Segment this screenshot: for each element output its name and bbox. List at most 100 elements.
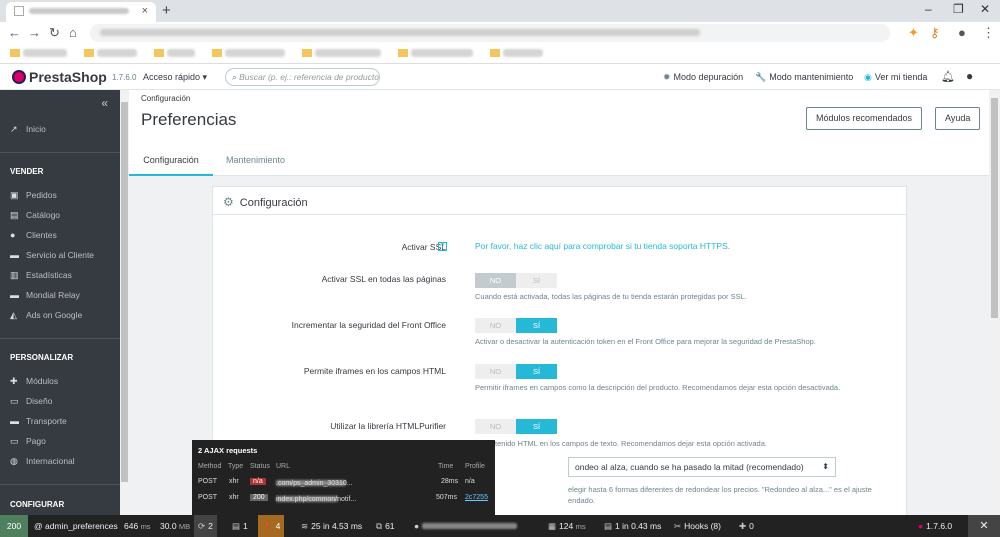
folder-icon (10, 49, 20, 57)
route-label[interactable]: @ admin_preferences (30, 515, 122, 537)
bookmark-redacted[interactable] (97, 49, 138, 57)
address-bar[interactable] (90, 24, 890, 42)
memory-usage[interactable]: 30.0 MB (156, 515, 194, 537)
sidebar-item-servicio[interactable]: ▬ Servicio al Cliente (10, 250, 94, 260)
bookmark-redacted[interactable] (315, 49, 382, 57)
render-time[interactable]: ▦ 124 ms (544, 515, 590, 537)
folder-icon (84, 49, 95, 57)
back-icon[interactable]: ← (8, 25, 21, 40)
user-account-icon[interactable]: ● (966, 69, 973, 83)
ajax-row[interactable]: POST xhr 200 index.php/common/notif... 5… (192, 492, 495, 505)
switch-si[interactable]: SÍ (516, 419, 557, 434)
sidebar-item-diseno[interactable]: ▭ Diseño (10, 396, 52, 406)
switch-si[interactable]: SÍ (516, 273, 557, 288)
col-time: Time (438, 463, 454, 470)
bookmark-redacted[interactable] (225, 49, 286, 57)
sidebar-item-catalogo[interactable]: ▤ Catálogo (10, 210, 60, 220)
sidebar-item-estadisticas[interactable]: ▥ Estadísticas (10, 270, 72, 280)
unit: ms (140, 522, 151, 531)
db-info[interactable]: ▤ 1 in 0.43 ms (600, 515, 665, 537)
scrollbar-thumb[interactable] (121, 102, 128, 482)
sidebar-item-pago[interactable]: ▭ Pago (10, 436, 46, 446)
load-time[interactable]: 646 ms (120, 515, 155, 537)
rounding-select[interactable]: ondeo al alza, cuando se ha pasado la mi… (568, 457, 836, 477)
home-icon[interactable]: ⌂ (69, 25, 77, 40)
window-minimize-button[interactable]: – (925, 2, 932, 16)
debugbar-close-button[interactable]: ✕ (968, 515, 1000, 537)
switch-si[interactable]: SÍ (516, 364, 557, 379)
objects-info[interactable]: ⧉ 61 (372, 515, 399, 537)
sidebar-item-clientes[interactable]: ● Clientes (10, 230, 57, 240)
scrollbar-thumb[interactable] (991, 98, 998, 318)
view-store-link[interactable]: ◉ Ver mi tienda (864, 72, 927, 83)
browser-menu-icon[interactable]: ⋮ (982, 25, 995, 41)
profile-icon[interactable]: ● (958, 25, 966, 40)
modules-info[interactable]: ✚ 0 (735, 515, 758, 537)
warnings-badge[interactable]: ❗ 4 (258, 515, 285, 537)
sidebar-item-pedidos[interactable]: ▣ Pedidos (10, 190, 57, 200)
folder-icon (302, 49, 313, 57)
reload-icon[interactable]: ↻ (49, 25, 60, 41)
tab-close-icon[interactable]: × (142, 5, 148, 17)
bookmark-redacted[interactable] (167, 49, 196, 57)
key-extension-icon[interactable]: ⚷ (930, 25, 940, 41)
search-input[interactable]: ⌕ Buscar (p. ej.: referencia de producto… (225, 68, 380, 86)
sidebar-item-internacional[interactable]: ◍ Internacional (10, 456, 75, 466)
ajax-row[interactable]: POST xhr n/a .com/ps_admin_30310... 28ms… (192, 476, 495, 489)
switch-no[interactable]: NO (475, 273, 516, 288)
help-question-icon[interactable]: ? (438, 242, 447, 251)
sidebar-item-ads-google[interactable]: ◭ Ads on Google (10, 310, 82, 320)
config-info[interactable]: ▤ 1 (228, 515, 252, 537)
sidebar-item-inicio[interactable]: ↗ Inicio (10, 124, 46, 134)
purifier-label: Utilizar la librería HTMLPurifier (330, 421, 446, 431)
debug-version: 1.7.6.0 (926, 521, 953, 531)
bookmark-redacted[interactable] (503, 49, 544, 57)
switch-no[interactable]: NO (475, 318, 516, 333)
window-maximize-button[interactable]: ❐ (953, 2, 964, 16)
window-close-button[interactable]: ✕ (980, 2, 990, 16)
page-toolbar: Configuración Preferencias Módulos recom… (129, 90, 989, 176)
sidebar-scrollbar[interactable] (120, 90, 129, 515)
sidebar-item-mondial-relay[interactable]: ▬ Mondial Relay (10, 290, 80, 300)
tab-mantenimiento[interactable]: Mantenimiento (226, 145, 285, 176)
iframes-switch[interactable]: NO SÍ (475, 364, 557, 379)
http-status-badge[interactable]: 200 (0, 515, 28, 537)
sql-queries[interactable]: ≋ 25 in 4.53 ms (297, 515, 366, 537)
ajax-profile-link[interactable]: 2c7255 (465, 494, 488, 501)
ajax-toggle[interactable]: ⟳ 2 (194, 515, 217, 537)
render-time-value: 124 (559, 521, 574, 531)
ssl-check-link[interactable]: Por favor, haz clic aquí para comprobar … (475, 241, 730, 251)
employee-info[interactable]: ● (410, 515, 521, 537)
sidebar-collapse-icon[interactable]: « (101, 96, 108, 110)
switch-no[interactable]: NO (475, 419, 516, 434)
bookmark-redacted[interactable] (411, 49, 474, 57)
purifier-switch[interactable]: NO SÍ (475, 419, 557, 434)
hooks-info[interactable]: ✂ Hooks (8) (670, 515, 725, 537)
maintenance-mode-link[interactable]: 🔧 Modo mantenimiento (755, 72, 853, 83)
switch-no[interactable]: NO (475, 364, 516, 379)
sidebar-item-transporte[interactable]: ▬ Transporte (10, 416, 67, 426)
ssl-all-switch[interactable]: NO SÍ (475, 273, 557, 288)
quick-access-dropdown[interactable]: Acceso rápido ▾ (143, 72, 207, 83)
switch-si[interactable]: SÍ (516, 318, 557, 333)
main-scrollbar[interactable] (989, 90, 1000, 515)
security-switch[interactable]: NO SÍ (475, 318, 557, 333)
breadcrumb[interactable]: Configuración (141, 94, 190, 103)
server-icon: ▦ (548, 521, 557, 531)
forward-icon[interactable]: → (28, 25, 41, 40)
tab-configuracion[interactable]: Configuración (129, 145, 213, 176)
notifications-bell-icon[interactable]: 🔔︎ (941, 70, 955, 83)
sidebar-item-modulos[interactable]: ✚ Módulos (10, 376, 58, 386)
debug-mode-link[interactable]: ✹ Modo depuración (663, 72, 743, 83)
iframes-label: Permite iframes en los campos HTML (303, 366, 446, 376)
browser-tab[interactable]: × (6, 2, 156, 22)
ps-version-info[interactable]: ● 1.7.6.0 (914, 515, 956, 537)
new-tab-button[interactable]: + (162, 2, 171, 19)
bug-icon: ✹ (663, 72, 671, 82)
prestashop-logo[interactable]: PrestaShop (12, 69, 107, 85)
chat-icon: ▬ (10, 250, 19, 260)
recommended-modules-button[interactable]: Módulos recomendados (806, 107, 923, 130)
help-button[interactable]: Ayuda (935, 107, 981, 130)
extension-icon[interactable]: ✦ (908, 25, 919, 41)
bookmark-redacted[interactable] (23, 49, 67, 57)
